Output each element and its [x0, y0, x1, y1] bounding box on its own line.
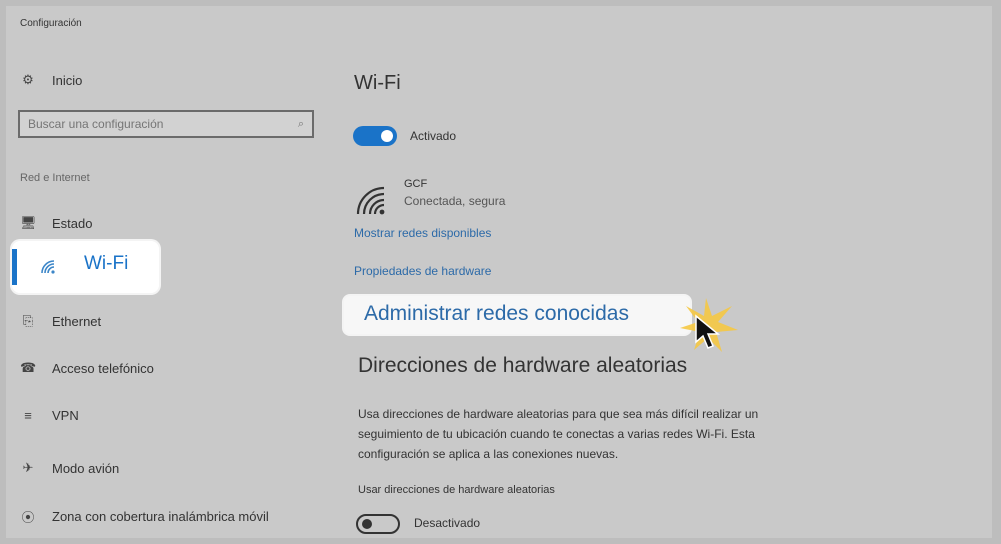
- hotspot-icon: ⦿: [21, 510, 35, 525]
- sidebar-item-label: Inicio: [52, 72, 83, 88]
- gear-icon: ⚙: [22, 72, 34, 87]
- show-networks-link[interactable]: Mostrar redes disponibles: [354, 226, 491, 240]
- wifi-signal-icon: [356, 186, 385, 215]
- sidebar-item-home[interactable]: ⚙ Inicio: [20, 72, 82, 88]
- wifi-toggle[interactable]: [353, 126, 397, 146]
- selection-indicator: [12, 249, 17, 285]
- manage-known-networks-link[interactable]: Administrar redes conocidas: [344, 296, 690, 334]
- sidebar-item-label: Wi-Fi: [84, 253, 129, 274]
- manage-known-networks-label: Administrar redes conocidas: [364, 302, 629, 325]
- sidebar-item-acceso-telefonico[interactable]: ☎︎ Acceso telefónico: [20, 360, 154, 376]
- settings-window: Configuración ⚙ Inicio ⌕ Red e Internet …: [6, 6, 992, 538]
- wifi-toggle-label: Activado: [410, 129, 457, 143]
- search-icon[interactable]: ⌕: [298, 118, 304, 131]
- random-hw-toggle-label: Desactivado: [414, 516, 481, 530]
- sidebar-item-label: Modo avión: [52, 460, 120, 476]
- mouse-cursor-icon: [680, 298, 738, 352]
- sidebar-item-estado[interactable]: 🖥︎ Estado: [20, 215, 92, 231]
- sidebar-item-wifi[interactable]: Wi-Fi: [12, 241, 159, 293]
- sidebar-item-vpn[interactable]: ≡ VPN: [20, 408, 79, 423]
- status-icon: 🖥︎: [20, 215, 37, 230]
- search-input[interactable]: [28, 117, 278, 131]
- wifi-icon: [41, 260, 55, 274]
- sidebar-item-modo-avion[interactable]: ✈︎ Modo avión: [20, 460, 120, 476]
- sidebar-item-label: Acceso telefónico: [52, 360, 154, 376]
- page-title: Wi-Fi: [354, 72, 401, 94]
- sidebar-item-label: Estado: [52, 215, 93, 231]
- section-heading: Direcciones de hardware aleatorias: [358, 354, 688, 377]
- vpn-icon: ≡: [24, 408, 32, 423]
- network-name: GCF: [404, 178, 428, 190]
- sidebar-item-label: Ethernet: [52, 313, 102, 329]
- random-hw-option-label: Usar direcciones de hardware aleatorias: [358, 484, 555, 496]
- search-box[interactable]: ⌕: [18, 110, 314, 138]
- sidebar-item-label: VPN: [52, 408, 79, 423]
- window-title: Configuración: [20, 18, 82, 29]
- airplane-icon: ✈︎: [22, 460, 34, 475]
- sidebar-section-label: Red e Internet: [20, 172, 90, 184]
- ethernet-icon: ⎘: [22, 313, 34, 328]
- sidebar-item-hotspot[interactable]: ⦿ Zona con cobertura inalámbrica móvil: [20, 507, 269, 526]
- sidebar-item-label: Zona con cobertura inalámbrica móvil: [52, 509, 269, 524]
- random-hw-toggle[interactable]: [356, 514, 400, 534]
- dialup-icon: ☎︎: [20, 360, 37, 375]
- section-description: Usa direcciones de hardware aleatorias p…: [358, 407, 759, 461]
- hardware-properties-link[interactable]: Propiedades de hardware: [354, 264, 491, 278]
- sidebar-item-ethernet[interactable]: ⎘ Ethernet: [20, 313, 101, 329]
- network-status: Conectada, segura: [404, 194, 506, 208]
